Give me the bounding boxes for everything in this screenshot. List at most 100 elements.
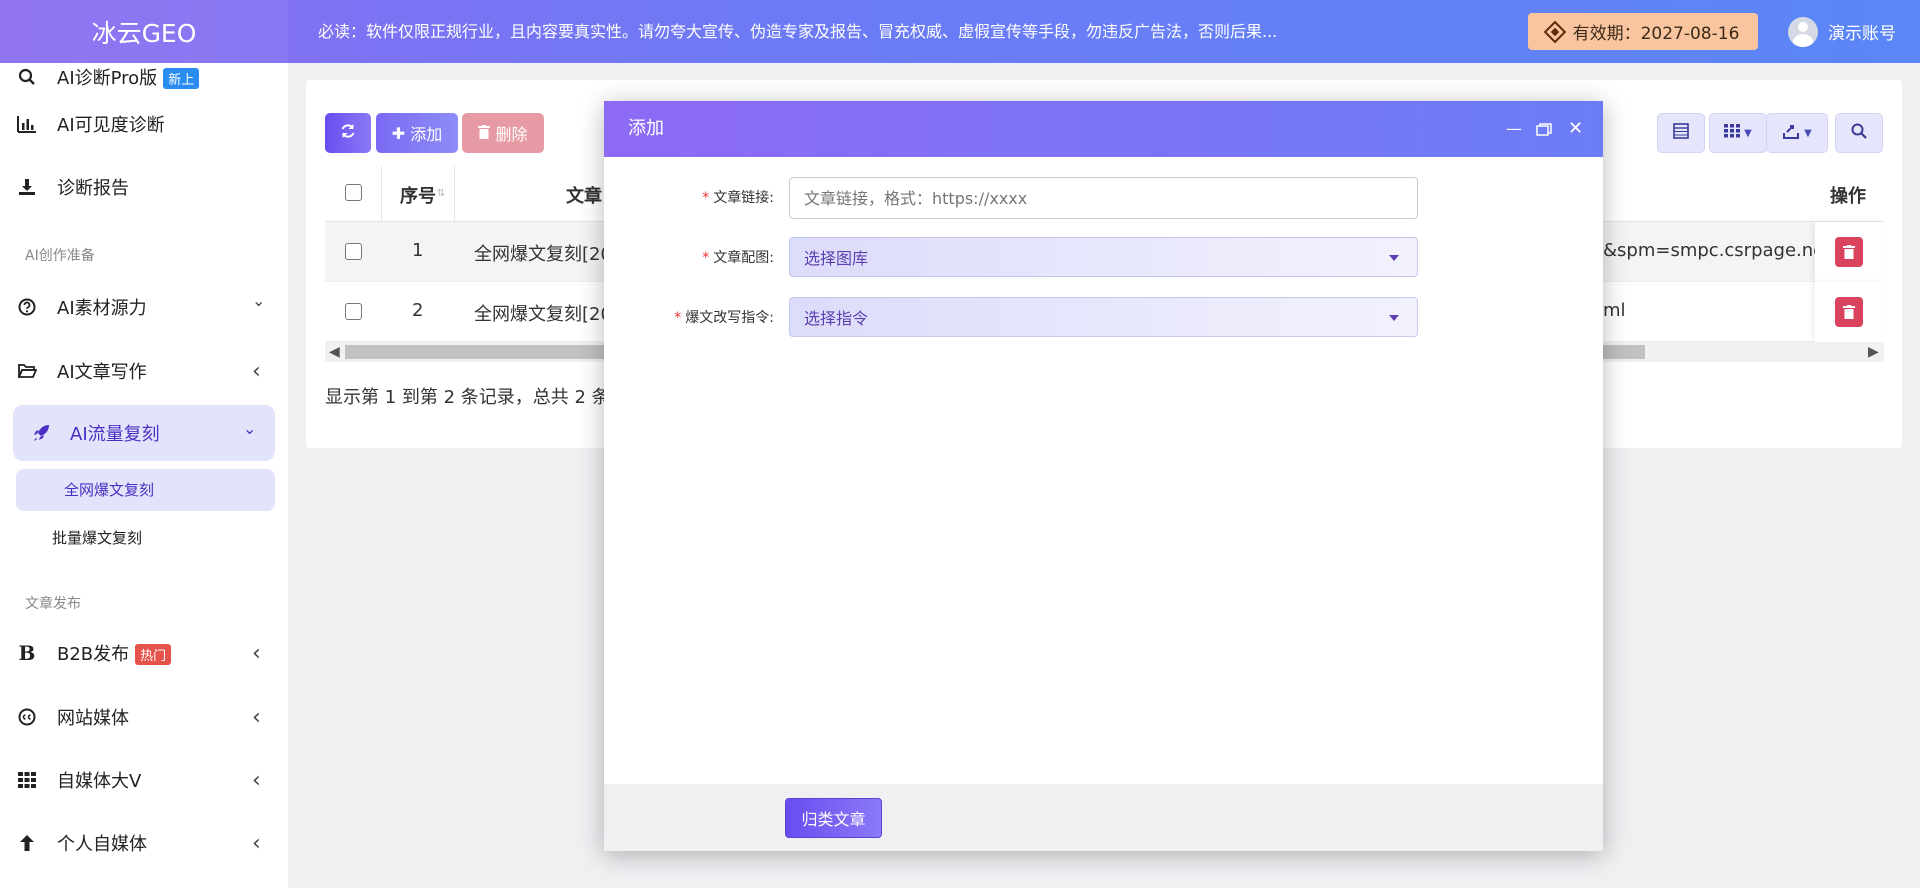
chevron-left-icon: ‹ <box>252 767 261 793</box>
user-menu[interactable]: 演示账号 <box>1788 0 1896 63</box>
sidebar-item-label: AI可见度诊断 <box>57 115 165 136</box>
top-header: 冰云GEO 必读：软件仅限正规行业，且内容要真实性。请勿夸大宣传、伪造专家及报告… <box>0 0 1920 63</box>
sidebar-item-b2b[interactable]: B B2B发布 热门 ‹ <box>0 627 288 679</box>
row-index: 1 <box>412 240 424 261</box>
sidebar-item-writing[interactable]: AI文章写作 ‹ <box>0 345 288 397</box>
sidebar-item-label: AI文章写作 <box>57 362 147 383</box>
search-icon <box>1851 123 1867 143</box>
image-library-select[interactable]: 选择图库 <box>789 237 1418 277</box>
row-title: 全网爆文复刻[20 <box>474 244 612 265</box>
row-checkbox[interactable] <box>345 303 362 320</box>
notice-banner: 必读：软件仅限正规行业，且内容要真实性。请勿夸大宣传、伪造专家及报告、冒充权威、… <box>318 22 1278 41</box>
sidebar: AI诊断Pro版 新上 AI可见度诊断 诊断报告 AI创作准备 AI素材源力 ⌄ … <box>0 63 288 888</box>
image-label: * 文章配图: <box>702 250 774 266</box>
rewrite-prompt-select[interactable]: 选择指令 <box>789 297 1418 337</box>
export-icon <box>1782 123 1800 143</box>
hot-badge: 热门 <box>135 644 172 665</box>
article-link-input[interactable] <box>789 177 1418 219</box>
sidebar-item-label: 自媒体大V <box>57 771 142 792</box>
scroll-left-icon[interactable]: ◀ <box>329 342 340 362</box>
refresh-button[interactable] <box>325 113 371 153</box>
row-delete-button[interactable] <box>1835 237 1863 267</box>
scroll-right-icon[interactable]: ▶ <box>1868 342 1879 362</box>
caret-down-icon <box>1389 315 1399 321</box>
bold-b-icon: B <box>18 641 36 665</box>
sidebar-item-website-media[interactable]: 网站媒体 ‹ <box>0 691 288 743</box>
download-icon <box>16 176 38 198</box>
image-library-value: 选择图库 <box>804 249 869 268</box>
caret-down-icon: ▼ <box>1804 127 1812 139</box>
column-divider <box>454 166 455 222</box>
trash-icon <box>478 124 491 143</box>
grid-icon <box>16 769 38 791</box>
sidebar-item-label: AI素材源力 <box>57 298 147 319</box>
sidebar-item-materials[interactable]: AI素材源力 ⌄ <box>0 281 288 333</box>
caret-down-icon <box>1389 255 1399 261</box>
cc-icon <box>16 706 38 728</box>
sort-icon[interactable]: ⇅ <box>437 188 445 199</box>
trash-icon <box>1843 305 1855 319</box>
prompt-label: * 爆文改写指令: <box>674 310 774 326</box>
section-title-create: AI创作准备 <box>25 248 95 264</box>
export-button[interactable]: ▼ <box>1766 113 1828 153</box>
sidebar-item-traffic-replicate[interactable]: AI流量复刻 ⌄ <box>0 407 288 459</box>
dialog-title: 添加 <box>628 118 664 139</box>
sidebar-item-report[interactable]: 诊断报告 <box>0 161 288 213</box>
sidebar-subitem-batch-replicate[interactable]: 批量爆文复刻 <box>52 527 142 548</box>
sidebar-item-label: AI流量复刻 <box>70 424 160 445</box>
dialog-header[interactable]: 添加 — ✕ <box>604 101 1603 157</box>
add-button[interactable]: ✚ 添加 <box>376 113 458 153</box>
select-all-checkbox[interactable] <box>345 184 362 201</box>
delete-button[interactable]: 删除 <box>462 113 544 153</box>
columns-button[interactable]: ▼ <box>1709 113 1767 153</box>
chevron-left-icon: ‹ <box>252 358 261 384</box>
new-badge: 新上 <box>163 68 200 89</box>
sidebar-item-label: 个人自媒体 <box>57 834 147 855</box>
caret-down-icon: ▼ <box>1744 127 1752 139</box>
sidebar-subitem-viral-replicate[interactable]: 全网爆文复刻 <box>64 479 154 500</box>
folder-open-icon <box>16 360 38 382</box>
row-delete-button[interactable] <box>1835 297 1863 327</box>
add-button-label: 添加 <box>410 125 443 144</box>
maximize-icon[interactable] <box>1536 101 1552 157</box>
row-checkbox[interactable] <box>345 243 362 260</box>
add-dialog: 添加 — ✕ *文章链接: *文章配图: 选择图库 *爆文改写指令: 选择指令 … <box>604 101 1603 851</box>
sidebar-item-label: 网站媒体 <box>57 708 129 729</box>
diamond-icon <box>1543 20 1566 43</box>
row-index: 2 <box>412 300 424 321</box>
app-logo[interactable]: 冰云GEO <box>0 0 288 63</box>
header-title[interactable]: 文章 <box>566 182 602 208</box>
link-label: * 文章链接: <box>702 190 774 206</box>
delete-button-label: 删除 <box>495 125 528 144</box>
chevron-down-icon: ⌄ <box>252 291 266 310</box>
column-divider <box>381 166 382 222</box>
question-circle-icon <box>16 296 38 318</box>
submit-button[interactable]: 归类文章 <box>785 798 882 838</box>
table-icon <box>1673 123 1689 143</box>
rewrite-prompt-value: 选择指令 <box>804 309 869 328</box>
bar-chart-icon <box>16 113 38 135</box>
sidebar-item-personal-media[interactable]: 个人自媒体 ‹ <box>0 817 288 869</box>
chevron-left-icon: ‹ <box>252 704 261 730</box>
close-icon[interactable]: ✕ <box>1568 101 1583 157</box>
table-view-button[interactable] <box>1657 113 1705 153</box>
chevron-left-icon: ‹ <box>252 830 261 856</box>
username: 演示账号 <box>1828 24 1896 44</box>
sidebar-item-visibility[interactable]: AI可见度诊断 <box>0 98 288 150</box>
avatar <box>1788 16 1818 47</box>
row-url: ml <box>1603 300 1626 321</box>
minimize-icon[interactable]: — <box>1506 101 1522 157</box>
grid-icon <box>1724 124 1741 142</box>
section-title-publish: 文章发布 <box>25 596 81 612</box>
chevron-down-icon: ⌄ <box>243 419 257 438</box>
search-icon <box>16 66 38 88</box>
rocket-icon <box>30 422 52 444</box>
trash-icon <box>1843 245 1855 259</box>
refresh-icon <box>340 123 356 143</box>
expiry-badge[interactable]: 有效期：2027-08-16 <box>1528 13 1758 50</box>
search-button[interactable] <box>1835 113 1883 153</box>
dialog-footer: 归类文章 <box>604 784 1603 851</box>
sidebar-item-ai-diagnosis-pro[interactable]: AI诊断Pro版 新上 <box>0 63 288 103</box>
sidebar-item-self-media-v[interactable]: 自媒体大V ‹ <box>0 754 288 806</box>
header-index[interactable]: 序号 <box>400 182 436 208</box>
